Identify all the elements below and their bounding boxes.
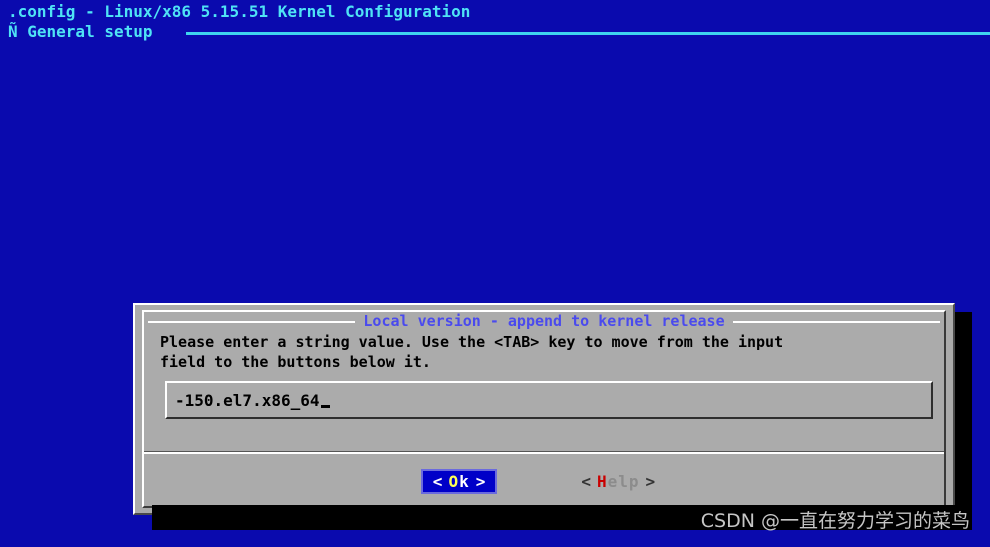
page-title: .config - Linux/x86 5.15.51 Kernel Confi…	[8, 2, 471, 21]
help-button[interactable]: < Help >	[569, 469, 667, 494]
dialog-inner-frame: Local version - append to kernel release…	[142, 310, 946, 508]
dialog-titlebar: Local version - append to kernel release	[144, 312, 944, 330]
button-row-separator	[144, 451, 944, 454]
ok-hotkey-char: O	[448, 471, 460, 491]
dialog-title: Local version - append to kernel release	[363, 312, 725, 330]
title-rule-right	[732, 320, 941, 323]
title-rule-left	[148, 320, 356, 323]
ok-left-arrow-icon: <	[432, 471, 443, 491]
help-hotkey-char: H	[597, 471, 608, 491]
separator-light-line	[144, 452, 944, 454]
help-right-arrow-icon: >	[645, 471, 656, 491]
dialog-prompt-text: Please enter a string value. Use the <TA…	[160, 333, 784, 371]
text-cursor	[320, 404, 330, 408]
ok-button[interactable]: < Ok >	[420, 468, 498, 494]
breadcrumb: Ñ General setup	[8, 22, 153, 41]
help-label-rest: elp	[607, 471, 640, 491]
ok-label-rest: k	[459, 471, 470, 491]
ok-right-arrow-icon: >	[475, 471, 486, 491]
inputbox-dialog: Local version - append to kernel release…	[133, 303, 955, 515]
ok-button-label: Ok	[448, 472, 469, 491]
dialog-button-row: < Ok > < Help >	[144, 464, 944, 498]
terminal-screen: .config - Linux/x86 5.15.51 Kernel Confi…	[0, 0, 990, 547]
string-value-input[interactable]: -150.el7.x86_64	[165, 381, 933, 419]
help-button-label: Help	[597, 472, 640, 491]
help-left-arrow-icon: <	[581, 471, 591, 491]
header-divider	[186, 32, 990, 35]
watermark-text: CSDN @一直在努力学习的菜鸟	[700, 510, 970, 532]
input-value-text: -150.el7.x86_64	[175, 390, 320, 410]
menuconfig-header: .config - Linux/x86 5.15.51 Kernel Confi…	[0, 0, 990, 46]
